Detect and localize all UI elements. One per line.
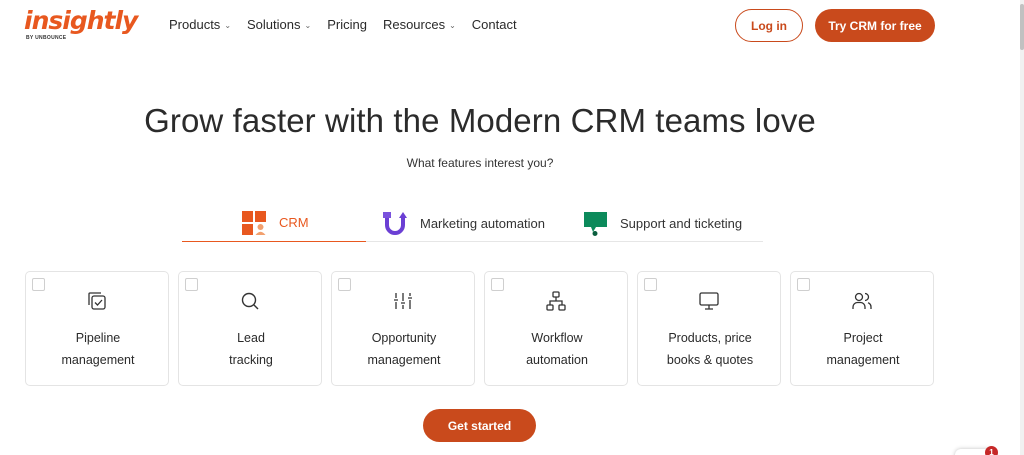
monitor-icon [698,290,720,312]
feature-checkbox[interactable] [185,278,198,291]
feature-card-project[interactable]: Project management [790,271,934,386]
feature-card-lead-tracking[interactable]: Lead tracking [178,271,322,386]
feature-card-opportunity[interactable]: Opportunity management [331,271,475,386]
hero-title: Grow faster with the Modern CRM teams lo… [144,102,816,139]
search-icon [239,290,261,312]
feature-checkbox[interactable] [491,278,504,291]
chevron-down-icon: ⌄ [304,20,312,30]
pipeline-icon [86,290,108,312]
login-button[interactable]: Log in [735,9,803,42]
users-icon [851,290,873,312]
try-crm-button[interactable]: Try CRM for free [815,9,935,42]
feature-card-pipeline[interactable]: Pipeline management [25,271,169,386]
nav-item-resources[interactable]: Resources ⌄ [383,17,456,32]
main-nav: Products ⌄ Solutions ⌄ Pricing Resources ⌄ … [169,17,533,32]
tab-marketing-automation[interactable]: Marketing automation [382,204,545,242]
insightly-logo[interactable]: insightly BY UNBOUNCE [24,8,138,44]
tab-support-ticketing[interactable]: Support and ticketing [582,204,742,242]
feature-card-products-quotes[interactable]: Products, price books & quotes [637,271,781,386]
nav-item-pricing[interactable]: Pricing [327,17,367,32]
chat-notification-badge: 1 [985,446,998,455]
support-ticketing-icon [582,210,608,236]
hero-subtitle: What features interest you? [406,156,554,170]
feature-checkbox[interactable] [338,278,351,291]
sliders-icon [392,290,414,312]
crm-grid-icon [241,210,267,236]
feature-checkbox[interactable] [32,278,45,291]
nav-item-products[interactable]: Products ⌄ [169,17,231,32]
scrollbar-thumb[interactable] [1020,4,1024,50]
get-started-button[interactable]: Get started [423,409,536,442]
chevron-down-icon: ⌄ [449,20,456,30]
tab-crm[interactable]: CRM [182,204,366,242]
feature-card-workflow[interactable]: Workflow automation [484,271,628,386]
feature-checkbox[interactable] [797,278,810,291]
page-scrollbar[interactable] [1020,0,1024,455]
nav-item-solutions[interactable]: Solutions ⌄ [247,17,311,32]
product-tabs: CRM Marketing automation Support and tic… [182,204,763,242]
site-header: insightly BY UNBOUNCE Products ⌄ Solution… [0,0,1020,52]
marketing-automation-icon [382,210,408,236]
nav-item-contact[interactable]: Contact [472,17,517,32]
chevron-down-icon: ⌄ [224,20,232,30]
workflow-icon [545,290,567,312]
feature-checkbox[interactable] [644,278,657,291]
